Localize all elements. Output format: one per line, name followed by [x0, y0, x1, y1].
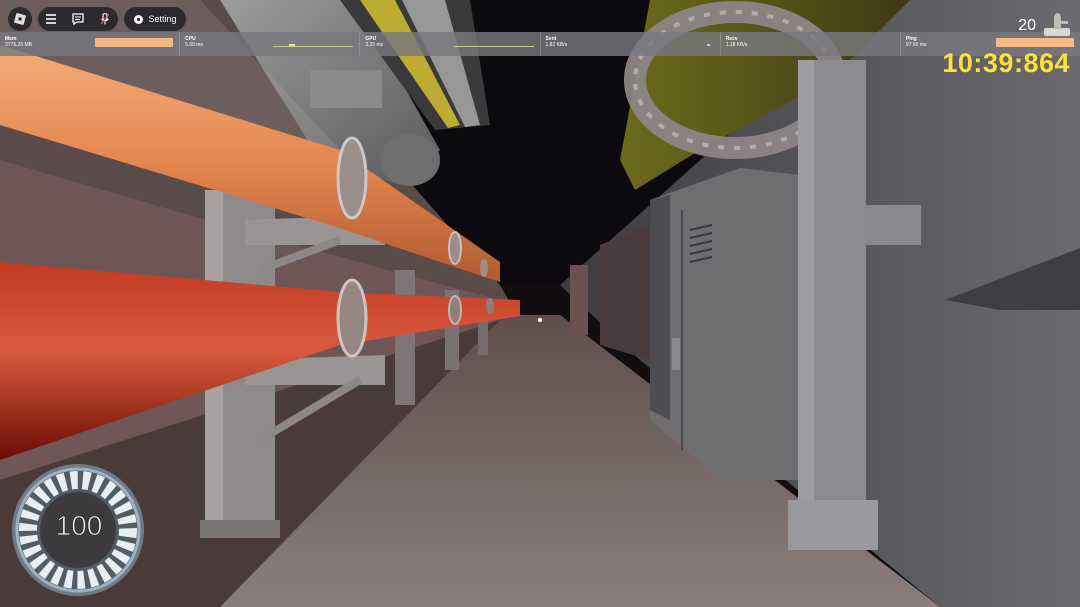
stat-cpu[interactable]: CPU 5.00 ms — [180, 32, 361, 56]
tunnel-scene — [0, 0, 1080, 607]
roblox-icon — [14, 13, 26, 25]
stat-recv[interactable]: Recv 1.18 KB/s — [721, 32, 901, 56]
gauge-value: 100 — [55, 510, 103, 542]
lives-counter: 20 — [1018, 17, 1036, 34]
stat-value: 1.18 KB/s — [725, 42, 748, 48]
stat-graph — [273, 46, 354, 47]
mic-off-icon[interactable] — [98, 12, 112, 26]
setting-label: Setting — [148, 14, 177, 24]
stat-sent[interactable]: Sent 1.82 KB/s — [541, 32, 721, 56]
stat-graph-spike — [289, 44, 296, 46]
menu-icon[interactable] — [44, 12, 58, 26]
chat-icon[interactable] — [71, 12, 85, 26]
setting-button[interactable]: Setting — [124, 7, 186, 31]
stat-gpu[interactable]: GPU 3.25 ms — [360, 32, 541, 56]
gear-icon — [134, 14, 144, 24]
stat-bar — [95, 38, 174, 47]
stat-mem[interactable]: Mem 3776.26 MB — [0, 32, 181, 56]
stat-value: 1.82 KB/s — [545, 42, 568, 48]
stat-graph-spike — [706, 44, 710, 46]
stat-value: 3.25 ms — [365, 42, 384, 48]
stat-bar — [996, 38, 1075, 47]
timer-display: 10:39:864 — [942, 48, 1070, 78]
stat-value: 5.00 ms — [185, 42, 203, 48]
roblox-menu-button[interactable] — [8, 7, 32, 31]
core-buttons-group — [38, 7, 118, 31]
stat-graph — [453, 46, 534, 47]
performance-stats-bar: Mem 3776.26 MB CPU 5.00 ms GPU 3.25 ms S… — [0, 32, 1080, 56]
character-icon — [1044, 13, 1070, 36]
